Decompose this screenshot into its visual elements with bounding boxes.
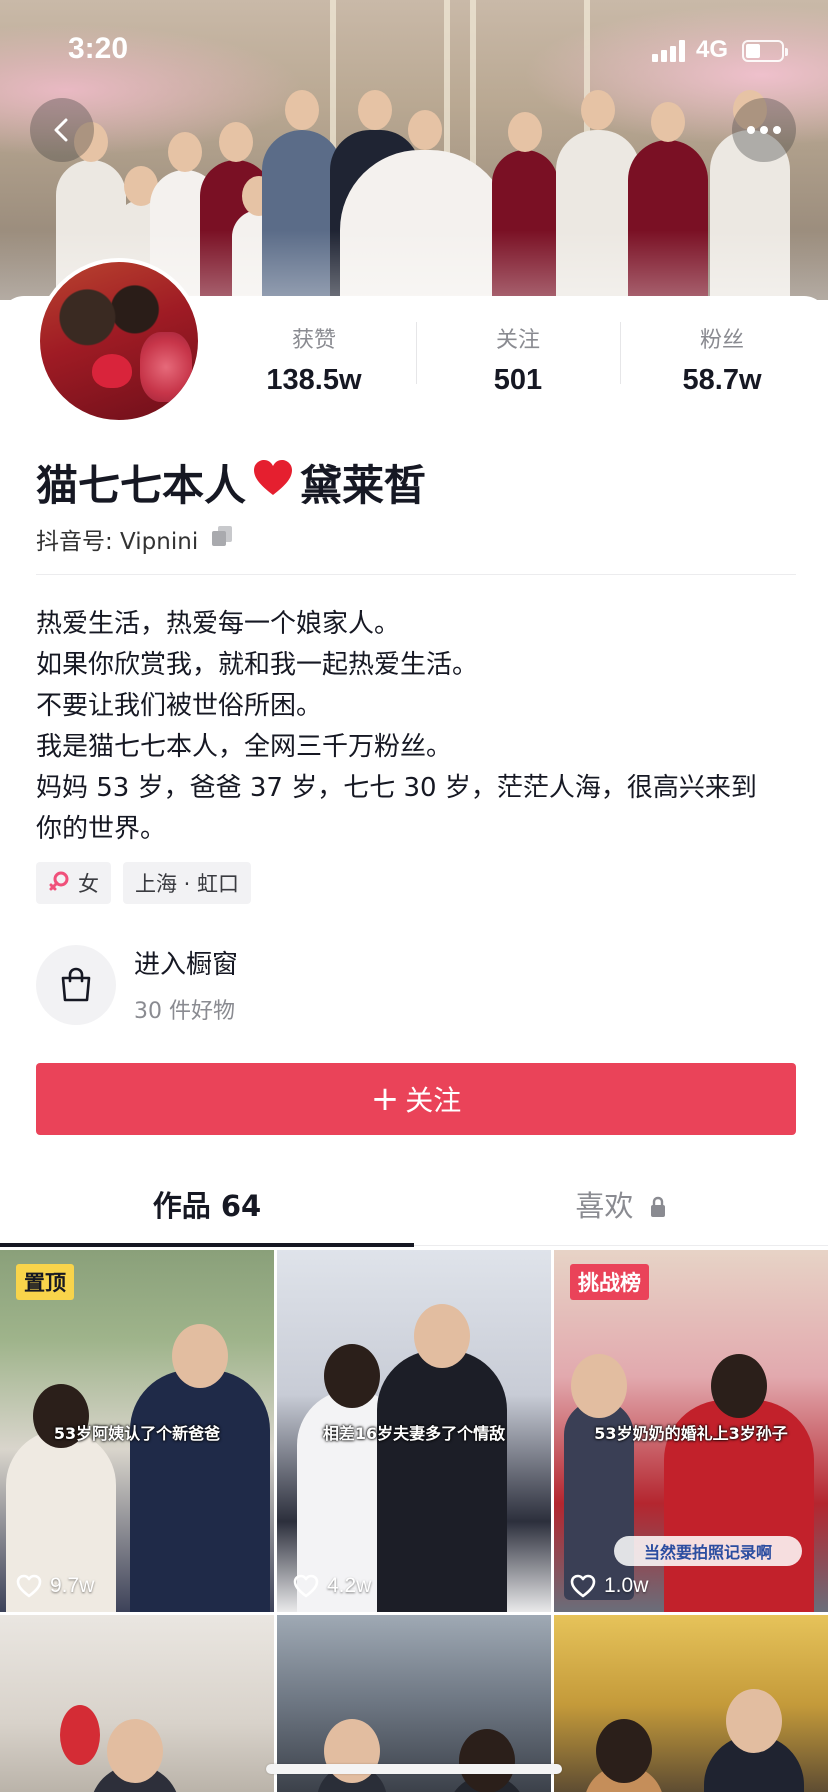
tab-works-label: 作品 64	[152, 1189, 262, 1223]
video-likes: 4.2w	[293, 1574, 371, 1598]
stat-label: 粉丝	[699, 328, 744, 353]
stat-following[interactable]: 关注 501	[416, 316, 620, 416]
video-caption: 53岁奶奶的婚礼上3岁孙子	[594, 1424, 788, 1443]
profile-name-part2: 黛莱皙	[300, 461, 427, 510]
status-bar: 3:20 4G	[0, 0, 828, 96]
plus-icon: +	[370, 1079, 400, 1119]
pinned-badge: 置顶	[16, 1264, 74, 1300]
video-thumbnail[interactable]	[0, 1615, 274, 1792]
stat-label: 关注	[495, 328, 540, 353]
heart-outline-icon	[570, 1574, 596, 1598]
bio-line: 妈妈 53 岁，爸爸 37 岁，七七 30 岁，茫茫人海，很高兴来到	[36, 773, 757, 803]
copy-icon[interactable]	[210, 524, 234, 554]
avatar-flowers-decoration	[140, 332, 192, 402]
douyin-id-row: 抖音号: Vipnini	[36, 522, 234, 556]
video-thumbnail[interactable]	[554, 1615, 828, 1792]
profile-stats: 获赞 138.5w 关注 501 粉丝 58.7w	[212, 316, 828, 416]
chevron-left-icon	[54, 118, 68, 142]
stat-value: 58.7w	[682, 364, 762, 396]
thumbnail-figure	[130, 1324, 270, 1612]
thumbnail-figure	[377, 1304, 507, 1612]
signal-icon	[652, 40, 690, 62]
home-indicator[interactable]	[266, 1764, 562, 1774]
content-tabs: 作品 64 喜欢	[0, 1176, 828, 1247]
shopping-bag-icon	[36, 944, 116, 1025]
shop-entry[interactable]: 进入橱窗 30 件好物	[36, 944, 238, 1025]
video-likes-count: 9.7w	[50, 1574, 95, 1597]
bio-line: 热爱生活，热爱每一个娘家人。	[36, 609, 401, 639]
follow-label: 关注	[405, 1084, 462, 1117]
avatar-heart-decoration	[92, 354, 132, 388]
heart-icon	[252, 458, 294, 507]
gender-label: 女	[78, 872, 99, 896]
divider	[36, 574, 796, 575]
video-likes-count: 1.0w	[604, 1574, 649, 1597]
more-dots-icon	[747, 126, 781, 134]
bio-line: 你的世界。	[36, 814, 167, 844]
challenge-rank-badge: 挑战榜	[570, 1264, 649, 1300]
bio-line: 不要让我们被世俗所困。	[36, 691, 323, 721]
video-likes: 1.0w	[570, 1574, 648, 1598]
heart-outline-icon	[16, 1574, 42, 1598]
douyin-id: 抖音号: Vipnini	[36, 529, 199, 555]
video-caption: 53岁阿姨认了个新爸爸	[53, 1424, 221, 1443]
tab-likes-label: 喜欢	[575, 1189, 634, 1223]
thumbnail-figure	[447, 1729, 527, 1792]
more-button[interactable]	[732, 98, 796, 162]
network-type: 4G	[696, 36, 729, 63]
shop-subtitle: 30 件好物	[134, 999, 235, 1024]
video-grid: 置顶 53岁阿姨认了个新爸爸 9.7w 相差16岁夫妻多了个情敌 4.2w 挑战…	[0, 1250, 828, 1792]
stat-followers[interactable]: 粉丝 58.7w	[620, 316, 824, 416]
video-subcaption: 当然要拍照记录啊	[614, 1536, 802, 1566]
video-likes: 9.7w	[16, 1574, 94, 1598]
video-thumbnail[interactable]: 相差16岁夫妻多了个情敌 4.2w	[277, 1250, 551, 1612]
video-thumbnail[interactable]: 挑战榜 53岁奶奶的婚礼上3岁孙子 当然要拍照记录啊 1.0w	[554, 1250, 828, 1612]
shop-text: 进入橱窗 30 件好物	[134, 944, 238, 1025]
lock-icon	[649, 1178, 667, 1238]
profile-bio: 热爱生活，热爱每一个娘家人。 如果你欣赏我，就和我一起热爱生活。 不要让我们被世…	[36, 604, 796, 850]
tab-works[interactable]: 作品 64	[0, 1176, 414, 1247]
heart-outline-icon	[293, 1574, 319, 1598]
video-caption: 相差16岁夫妻多了个情敌	[322, 1424, 506, 1443]
female-icon	[48, 870, 70, 897]
stat-likes[interactable]: 获赞 138.5w	[212, 316, 416, 416]
stat-value: 501	[493, 364, 543, 396]
thumbnail-figure	[584, 1719, 664, 1792]
location-tag: 上海 · 虹口	[123, 862, 252, 904]
follow-button[interactable]: + 关注	[36, 1063, 796, 1135]
profile-tags: 女 上海 · 虹口	[36, 862, 252, 904]
bio-line: 我是猫七七本人，全网三千万粉丝。	[36, 732, 453, 762]
back-button[interactable]	[30, 98, 94, 162]
thumbnail-balloons	[60, 1705, 100, 1765]
gender-tag: 女	[36, 862, 111, 904]
profile-name: 猫七七本人 黛莱皙	[36, 452, 426, 513]
thumbnail-figure	[704, 1689, 804, 1792]
location-label: 上海 · 虹口	[135, 872, 240, 896]
avatar[interactable]	[36, 258, 202, 424]
shop-title: 进入橱窗	[134, 950, 239, 980]
thumbnail-figure	[90, 1719, 180, 1792]
video-thumbnail[interactable]: 置顶 53岁阿姨认了个新爸爸 9.7w	[0, 1250, 274, 1612]
stat-value: 138.5w	[266, 364, 362, 396]
tab-likes[interactable]: 喜欢	[414, 1176, 828, 1245]
status-time: 3:20	[68, 32, 129, 65]
stat-label: 获赞	[291, 328, 336, 353]
battery-icon	[742, 40, 788, 62]
profile-name-part1: 猫七七本人	[36, 461, 247, 510]
bio-line: 如果你欣赏我，就和我一起热爱生活。	[36, 650, 479, 680]
video-likes-count: 4.2w	[327, 1574, 372, 1597]
